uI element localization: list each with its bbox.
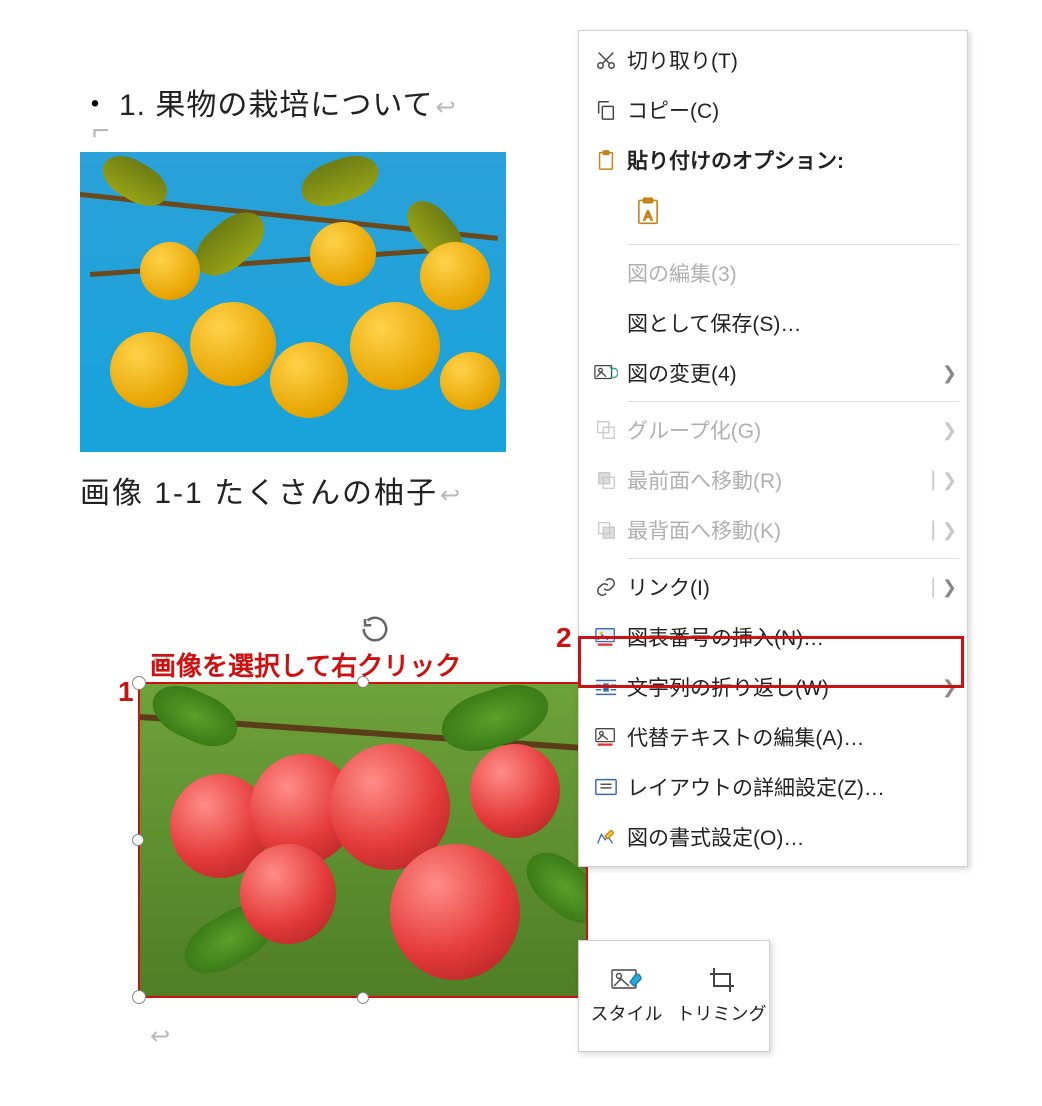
submenu-arrow-icon: ❯ bbox=[942, 363, 957, 384]
wrap-text-icon bbox=[585, 676, 627, 698]
menu-edit-picture: 図の編集(3) bbox=[579, 248, 967, 298]
alt-text-icon bbox=[585, 726, 627, 748]
submenu-arrow-icon: ❯ bbox=[942, 420, 957, 441]
layout-details-icon bbox=[585, 776, 627, 798]
image-2-apple-selected[interactable] bbox=[138, 682, 588, 998]
return-mark-icon: ↩ bbox=[440, 482, 462, 509]
document-body: ・1. 果物の栽培について↩ 画像 1-1 たくさんの柚子↩ bbox=[80, 80, 506, 512]
resize-handle[interactable] bbox=[132, 676, 146, 690]
menu-format-picture[interactable]: 図の書式設定(O)… bbox=[579, 812, 967, 862]
image-caption[interactable]: 画像 1-1 たくさんの柚子↩ bbox=[80, 468, 506, 512]
svg-text:A: A bbox=[644, 209, 653, 223]
menu-paste-options-header: 貼り付けのオプション: bbox=[579, 135, 967, 185]
return-mark-icon: ↩ bbox=[435, 94, 456, 121]
send-back-icon bbox=[585, 519, 627, 541]
annotation-instruction: 画像を選択して右クリック bbox=[150, 646, 461, 683]
submenu-arrow-icon: ❯ bbox=[942, 677, 957, 698]
crop-icon bbox=[707, 966, 737, 994]
copy-icon bbox=[585, 99, 627, 121]
menu-size-and-position[interactable]: レイアウトの詳細設定(Z)… bbox=[579, 762, 967, 812]
submenu-arrow-icon: ❯ bbox=[942, 577, 957, 598]
resize-handle[interactable] bbox=[132, 834, 144, 846]
mini-crop-label: トリミング bbox=[677, 1000, 767, 1026]
picture-mini-toolbar: スタイル トリミング bbox=[578, 940, 770, 1052]
picture-style-icon bbox=[610, 966, 644, 994]
annotation-number-2: 2 bbox=[556, 622, 572, 654]
heading-text: 1. 果物の栽培について bbox=[119, 89, 433, 122]
paste-options-row: A bbox=[579, 185, 967, 241]
group-icon bbox=[585, 419, 627, 441]
insert-caption-icon bbox=[585, 626, 627, 648]
menu-group: グループ化(G) ❯ bbox=[579, 405, 967, 455]
link-icon bbox=[585, 576, 627, 598]
format-picture-icon bbox=[585, 826, 627, 848]
return-mark-icon: ↩ bbox=[150, 1022, 170, 1051]
menu-insert-caption[interactable]: 図表番号の挿入(N)… bbox=[579, 612, 967, 662]
menu-wrap-text[interactable]: 文字列の折り返し(W) ❯ bbox=[579, 662, 967, 712]
context-menu: 切り取り(T) コピー(C) 貼り付けのオプション: A 図の編集(3) 図とし… bbox=[578, 30, 968, 867]
resize-handle[interactable] bbox=[132, 990, 146, 1004]
mini-style-label: スタイル bbox=[591, 1000, 663, 1026]
rotate-handle-icon[interactable] bbox=[360, 614, 390, 644]
menu-edit-alt-text[interactable]: 代替テキストの編集(A)… bbox=[579, 712, 967, 762]
resize-handle[interactable] bbox=[357, 992, 369, 1004]
mini-crop-button[interactable]: トリミング bbox=[674, 941, 769, 1051]
mini-style-button[interactable]: スタイル bbox=[579, 941, 674, 1051]
change-picture-icon bbox=[585, 362, 627, 384]
menu-change-picture[interactable]: 図の変更(4) ❯ bbox=[579, 348, 967, 398]
paste-icon bbox=[585, 149, 627, 171]
menu-save-as-picture[interactable]: 図として保存(S)… bbox=[579, 298, 967, 348]
menu-bring-to-front: 最前面へ移動(R) | ❯ bbox=[579, 455, 967, 505]
paste-option-keep-text[interactable]: A bbox=[627, 192, 669, 234]
submenu-arrow-icon: ❯ bbox=[942, 470, 957, 491]
menu-link[interactable]: リンク(I) | ❯ bbox=[579, 562, 967, 612]
bring-front-icon bbox=[585, 469, 627, 491]
image-1-yuzu[interactable] bbox=[80, 152, 506, 452]
menu-copy[interactable]: コピー(C) bbox=[579, 85, 967, 135]
heading-line[interactable]: ・1. 果物の栽培について↩ bbox=[80, 80, 506, 124]
cut-icon bbox=[585, 49, 627, 71]
annotation-number-1: 1 bbox=[118, 676, 134, 708]
bullet-dot: ・ bbox=[80, 89, 111, 122]
menu-cut[interactable]: 切り取り(T) bbox=[579, 35, 967, 85]
submenu-arrow-icon: ❯ bbox=[942, 520, 957, 541]
menu-send-to-back: 最背面へ移動(K) | ❯ bbox=[579, 505, 967, 555]
